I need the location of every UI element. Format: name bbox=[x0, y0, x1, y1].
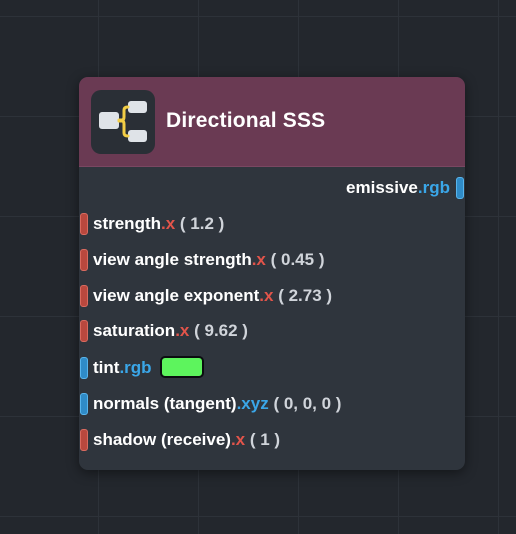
input-view-angle-strength-label: view angle strength bbox=[93, 250, 252, 269]
input-view-angle-exponent-suffix: .x bbox=[259, 286, 274, 305]
input-normals-tangent-value[interactable]: ( 0, 0, 0 ) bbox=[273, 394, 341, 413]
input-view-angle-strength-suffix: .x bbox=[251, 250, 266, 269]
input-port-normals-tangent[interactable] bbox=[80, 393, 88, 415]
input-saturation-label: saturation bbox=[93, 321, 176, 340]
input-shadow-receive-suffix: .x bbox=[230, 430, 246, 449]
input-port-strength[interactable] bbox=[80, 213, 88, 235]
input-port-view-angle-exponent[interactable] bbox=[80, 285, 88, 307]
output-emissive-label: emissive bbox=[346, 178, 418, 197]
input-port-tint[interactable] bbox=[80, 357, 88, 379]
input-port-shadow-receive[interactable] bbox=[80, 429, 88, 451]
node-header[interactable]: Directional SSS bbox=[79, 77, 465, 167]
input-port-view-angle-strength[interactable] bbox=[80, 249, 88, 271]
input-strength-label: strength bbox=[93, 214, 161, 233]
output-port-emissive[interactable] bbox=[456, 177, 464, 199]
tint-color-swatch[interactable] bbox=[159, 355, 204, 378]
node-branch-icon bbox=[91, 90, 155, 154]
input-view-angle-exponent-value[interactable]: ( 2.73 ) bbox=[278, 286, 332, 305]
input-port-saturation[interactable] bbox=[80, 320, 88, 342]
input-normals-tangent-suffix: .xyz bbox=[236, 394, 269, 413]
input-shadow-receive-value[interactable]: ( 1 ) bbox=[250, 430, 280, 449]
output-emissive[interactable]: emissive.rgb bbox=[79, 175, 465, 201]
input-view-angle-exponent-label: view angle exponent bbox=[93, 286, 260, 305]
input-saturation-suffix: .x bbox=[175, 321, 190, 340]
input-tint-label: tint bbox=[93, 358, 120, 377]
input-strength-value[interactable]: ( 1.2 ) bbox=[180, 214, 224, 233]
input-view-angle-strength-value[interactable]: ( 0.45 ) bbox=[271, 250, 325, 269]
shader-node[interactable]: Directional SSS emissive.rgb strength.x … bbox=[79, 77, 465, 470]
node-title: Directional SSS bbox=[166, 109, 326, 132]
input-saturation-value[interactable]: ( 9.62 ) bbox=[194, 321, 248, 340]
input-normals-tangent-label: normals (tangent) bbox=[93, 394, 237, 413]
input-shadow-receive-label: shadow (receive) bbox=[93, 430, 231, 449]
output-emissive-suffix: .rgb bbox=[417, 178, 450, 197]
input-strength-suffix: .x bbox=[161, 214, 176, 233]
input-tint-suffix: .rgb bbox=[119, 358, 152, 377]
